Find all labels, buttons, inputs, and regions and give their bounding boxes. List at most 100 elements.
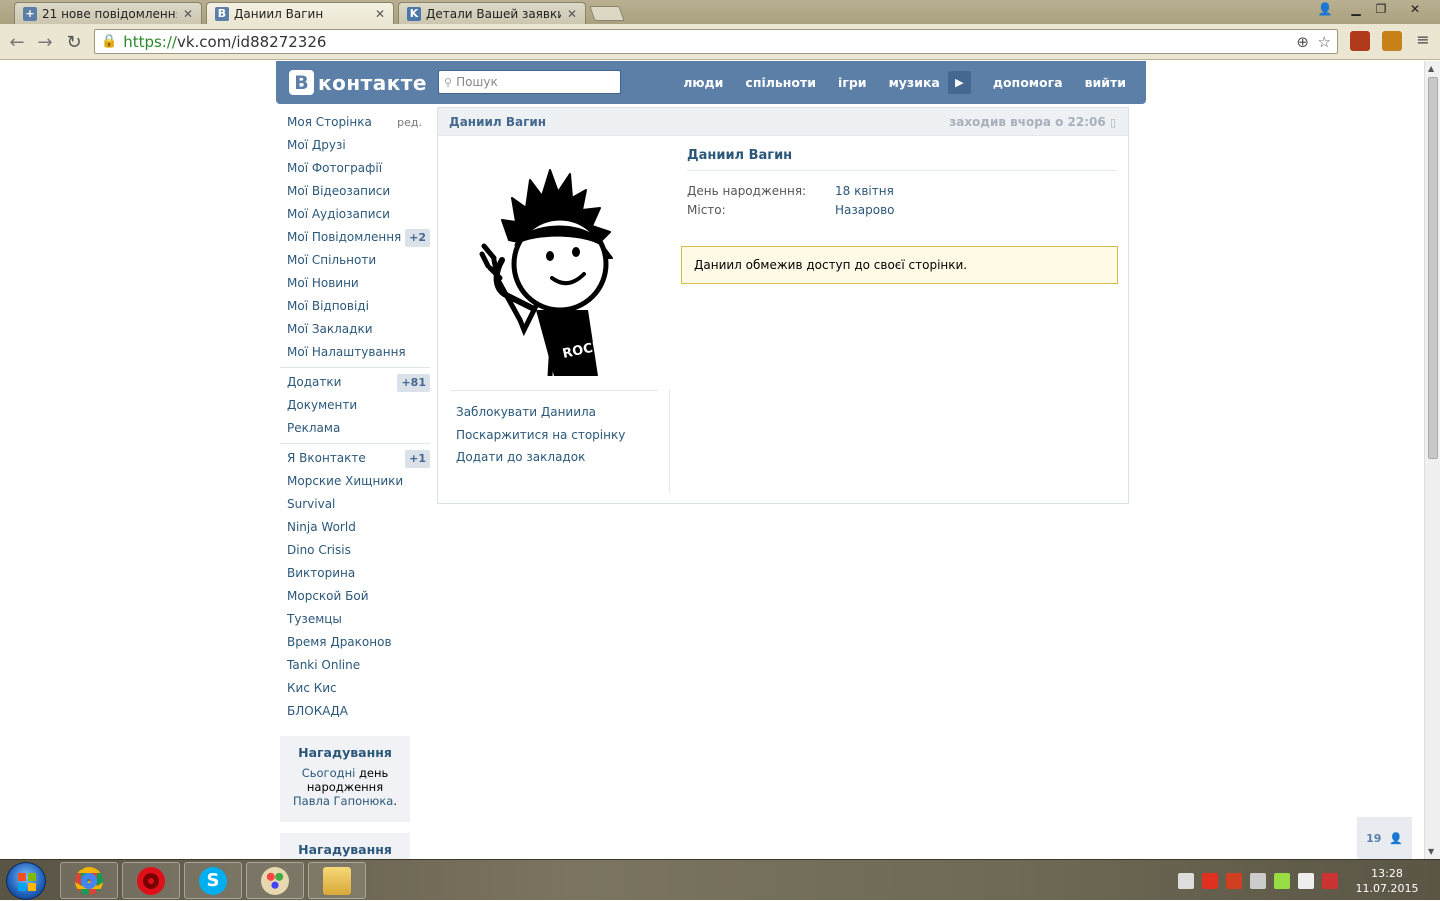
tab-messages[interactable]: + 21 нове повідомлення ✕	[14, 2, 202, 24]
count-badge[interactable]: +2	[405, 229, 430, 247]
taskbar-opera[interactable]	[122, 862, 180, 899]
report-page-link[interactable]: Поскаржитися на сторінку	[456, 424, 625, 447]
profile-name: Даниил Вагин	[687, 148, 1117, 171]
sidebar-item[interactable]: Tanki Online	[280, 654, 430, 677]
sidebar-item[interactable]: Мої Налаштування	[280, 341, 430, 364]
reminder-title: Нагадування	[298, 745, 392, 760]
city-row: Місто: Назарово	[687, 201, 1117, 220]
play-icon[interactable]: ▶	[947, 71, 971, 94]
sidebar-item[interactable]: Мої Спільноти	[280, 249, 430, 272]
edit-link[interactable]: ред.	[397, 111, 422, 134]
sidebar-item[interactable]: Туземцы	[280, 608, 430, 631]
network-icon[interactable]	[1298, 872, 1314, 889]
sidebar-item[interactable]: Мої Відповіді	[280, 295, 430, 318]
sidebar-item[interactable]: Мої Закладки	[280, 318, 430, 341]
restore-icon[interactable]: ❐	[1368, 0, 1394, 17]
sidebar-item[interactable]: Мої Новини	[280, 272, 430, 295]
reload-icon[interactable]: ↻	[63, 31, 85, 53]
scroll-up-icon[interactable]: ▲	[1428, 64, 1434, 73]
minimize-icon[interactable]: ▁	[1343, 0, 1369, 17]
close-tab-icon[interactable]: ✕	[567, 7, 577, 21]
vk-logo-letter: В	[289, 70, 314, 95]
count-badge[interactable]: +1	[405, 450, 430, 468]
zoom-icon[interactable]: ⊕	[1296, 33, 1309, 51]
address-bar[interactable]: 🔒 https:// vk.com/id88272326 ⊕ ☆	[94, 29, 1338, 54]
back-arrow-icon[interactable]: ←	[6, 31, 28, 53]
menu-divider	[280, 367, 430, 368]
menu-icon[interactable]: ≡	[1414, 32, 1432, 50]
sidebar-item[interactable]: Додатки +81	[280, 371, 430, 394]
scrollbar-thumb[interactable]	[1428, 77, 1438, 459]
nav-logout[interactable]: вийти	[1085, 75, 1126, 90]
sidebar-item[interactable]: Мої Повідомлення +2	[280, 226, 430, 249]
sidebar-item[interactable]: Кис Кис	[280, 677, 430, 700]
count-badge[interactable]: +81	[397, 374, 430, 392]
sidebar-item-label: Я Вконтакте	[287, 451, 366, 465]
system-clock[interactable]: 13:28 11.07.2015	[1352, 866, 1422, 896]
nav-people[interactable]: люди	[683, 75, 723, 90]
warning-icon[interactable]	[1202, 872, 1218, 889]
sidebar-item[interactable]: Мої Фотографії	[280, 157, 430, 180]
block-user-link[interactable]: Заблокувати Даниила	[456, 401, 625, 424]
sidebar-item[interactable]: Моя Сторінка ред.	[280, 111, 430, 134]
tab-request-details[interactable]: K Детали Вашей заявки - С ✕	[398, 2, 586, 24]
bookmark-star-icon[interactable]: ☆	[1318, 33, 1331, 51]
reminder-today-link[interactable]: Сьогодні	[302, 766, 356, 780]
close-tab-icon[interactable]: ✕	[183, 7, 193, 21]
sidebar-item[interactable]: Survival	[280, 493, 430, 516]
online-friends-button[interactable]: 19 👤	[1357, 817, 1412, 859]
close-window-icon[interactable]: ✕	[1398, 0, 1432, 17]
profile-avatar[interactable]: ROCK	[454, 150, 664, 376]
taskbar-skype[interactable]: S	[184, 862, 242, 899]
sidebar-item[interactable]: Время Драконов	[280, 631, 430, 654]
nav-games[interactable]: ігри	[838, 75, 867, 90]
sidebar-item-label: Туземцы	[287, 612, 342, 626]
sidebar-item[interactable]: Мої Друзі	[280, 134, 430, 157]
start-button[interactable]	[6, 862, 46, 900]
vk-logo[interactable]: В контакте	[289, 70, 427, 95]
sidebar-item-label: Мої Фотографії	[287, 161, 383, 175]
search-input[interactable]: ⚲ Пошук	[438, 70, 621, 94]
extension-icon[interactable]	[1350, 31, 1370, 51]
page-scrollbar[interactable]: ▲ ▼	[1424, 61, 1440, 859]
network-error-icon[interactable]	[1322, 872, 1338, 889]
app-tray-icon[interactable]	[1274, 872, 1290, 889]
taskbar-chrome[interactable]	[60, 862, 118, 899]
settings-icon[interactable]	[1250, 872, 1266, 889]
forward-arrow-icon[interactable]: →	[34, 31, 56, 53]
sidebar-item[interactable]: Реклама	[280, 417, 430, 440]
nav-communities[interactable]: спільноти	[745, 75, 816, 90]
sidebar-item[interactable]: Мої Відеозаписи	[280, 180, 430, 203]
tab-title: 21 нове повідомлення	[42, 6, 177, 21]
reminder-person-link[interactable]: Павла Гапонюка	[293, 794, 393, 808]
birthday-value[interactable]: 18 квітня	[835, 182, 894, 201]
taskbar-paint[interactable]	[246, 862, 304, 899]
sidebar-item[interactable]: БЛОКАДА	[280, 700, 430, 723]
extension-icon[interactable]	[1382, 31, 1402, 51]
sidebar-item[interactable]: Dino Crisis	[280, 539, 430, 562]
new-tab-button[interactable]	[589, 6, 625, 21]
tab-profile[interactable]: B Даниил Вагин ✕	[206, 2, 394, 24]
add-bookmark-link[interactable]: Додати до закладок	[456, 446, 625, 469]
sidebar-item-label: Викторина	[287, 566, 356, 580]
city-value[interactable]: Назарово	[835, 201, 894, 220]
sidebar-item[interactable]: Морской Бой	[280, 585, 430, 608]
taskbar-explorer[interactable]	[308, 862, 366, 899]
sidebar-item[interactable]: Морские Хищники	[280, 470, 430, 493]
sidebar-item[interactable]: Я Вконтакте +1	[280, 447, 430, 470]
sidebar-item[interactable]: Викторина	[280, 562, 430, 585]
volume-icon[interactable]	[1178, 872, 1194, 889]
sidebar-item[interactable]: Мої Аудіозаписи	[280, 203, 430, 226]
nav-help[interactable]: допомога	[993, 75, 1063, 90]
close-tab-icon[interactable]: ✕	[375, 7, 385, 21]
reminder-box: Нагадування Сьогодні день народження Пав…	[280, 736, 410, 822]
sidebar-item[interactable]: Ninja World	[280, 516, 430, 539]
sidebar-item-label: Кис Кис	[287, 681, 337, 695]
sidebar-item[interactable]: Документи	[280, 394, 430, 417]
scroll-down-icon[interactable]: ▼	[1428, 847, 1434, 856]
skype-icon: S	[199, 866, 227, 895]
app-tray-icon[interactable]	[1226, 872, 1242, 889]
user-icon[interactable]: 👤	[1312, 0, 1338, 17]
last-seen: заходив вчора о 22:06 ▯	[949, 115, 1116, 129]
nav-music[interactable]: музика	[889, 75, 940, 90]
